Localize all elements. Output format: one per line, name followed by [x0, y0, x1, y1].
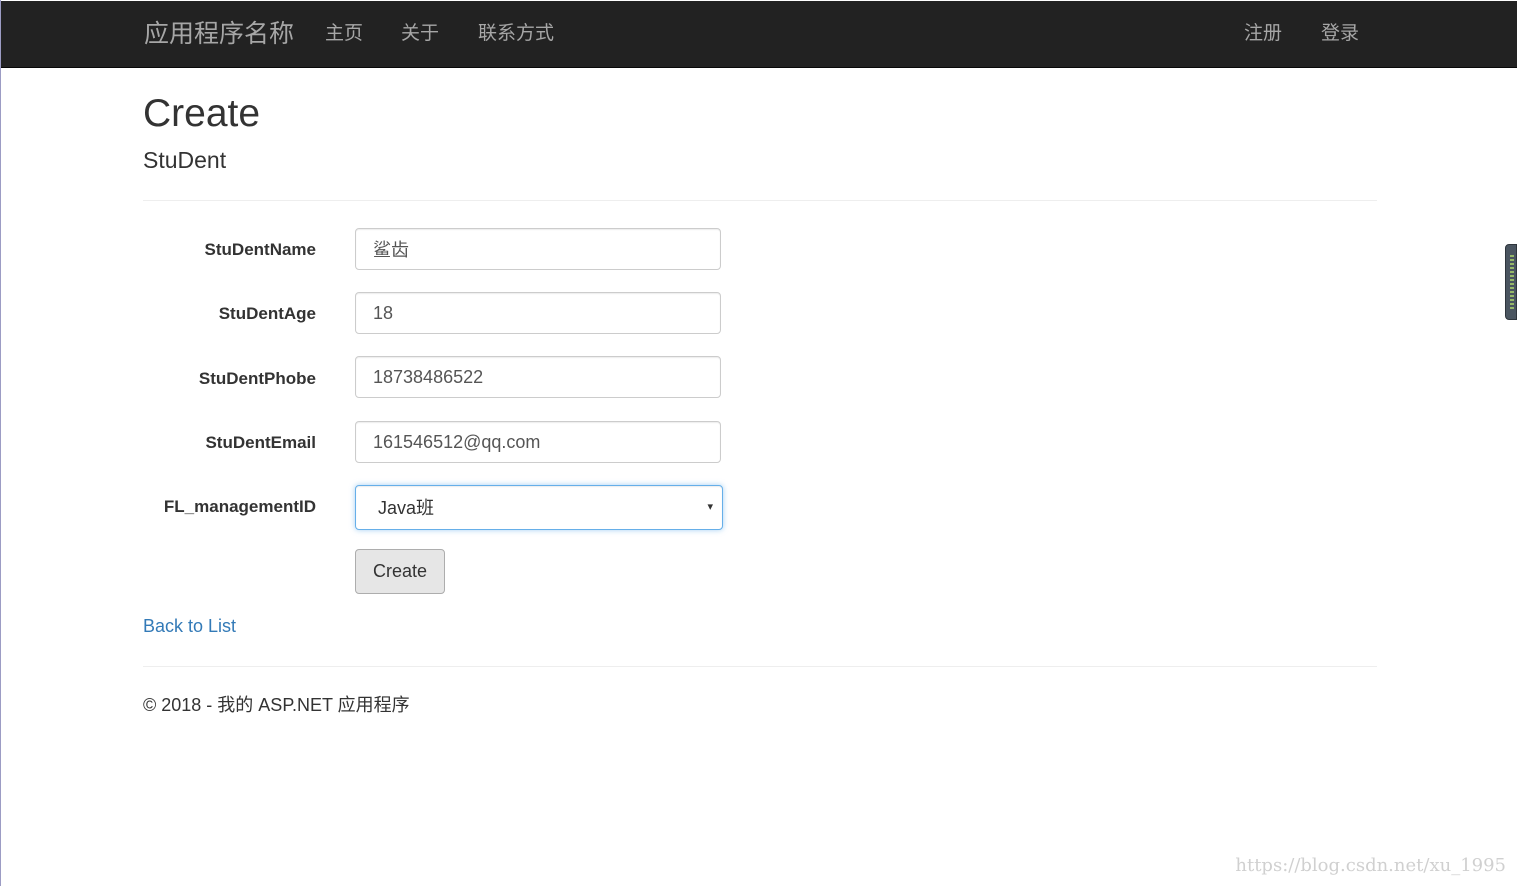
- page-title: Create: [143, 92, 261, 135]
- nav-link-login[interactable]: 登录: [1321, 21, 1359, 47]
- meter-bars-icon: [1510, 255, 1514, 311]
- student-email-input[interactable]: [355, 421, 721, 463]
- nav-link-register[interactable]: 注册: [1244, 21, 1282, 47]
- nav-link-home[interactable]: 主页: [325, 21, 363, 47]
- app-brand-link[interactable]: 应用程序名称: [144, 18, 294, 50]
- student-name-input[interactable]: [355, 228, 721, 270]
- top-navbar: 应用程序名称 主页 关于 联系方式 注册 登录: [1, 1, 1517, 68]
- management-id-select[interactable]: Java班 ▾: [355, 485, 723, 530]
- footer-copyright: © 2018 - 我的 ASP.NET 应用程序: [143, 695, 410, 715]
- management-id-label: FL_managementID: [163, 497, 316, 516]
- management-id-selected-value: Java班: [378, 498, 435, 518]
- footer-divider: [143, 666, 1377, 667]
- window-left-border: [0, 0, 1, 886]
- student-age-input[interactable]: [355, 292, 721, 334]
- student-name-label: StuDentName: [204, 240, 316, 259]
- student-phone-label: StuDentPhobe: [198, 369, 316, 388]
- watermark-text: https://blog.csdn.net/xu_1995: [1235, 855, 1506, 876]
- student-age-label: StuDentAge: [218, 304, 316, 323]
- student-email-label: StuDentEmail: [205, 433, 316, 452]
- student-phone-input[interactable]: [355, 356, 721, 398]
- page-subtitle: StuDent: [143, 147, 227, 173]
- nav-link-about[interactable]: 关于: [401, 21, 439, 47]
- chevron-down-icon: ▾: [707, 501, 713, 513]
- header-divider: [143, 200, 1377, 201]
- create-button[interactable]: Create: [355, 549, 445, 594]
- nav-link-contact[interactable]: 联系方式: [478, 21, 554, 47]
- back-to-list-link[interactable]: Back to List: [143, 614, 236, 638]
- side-widget-tab[interactable]: [1505, 244, 1517, 320]
